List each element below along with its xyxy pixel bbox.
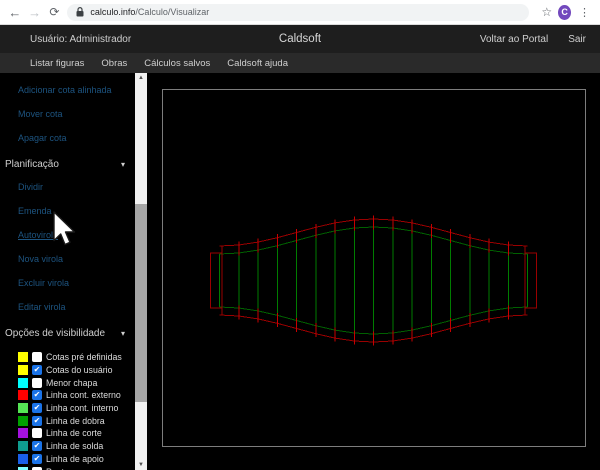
app-navbar: Listar figuras Obras Cálculos salvos Caldso… (0, 53, 600, 73)
visibility-label: Linha de solda (46, 441, 103, 451)
color-swatch (18, 352, 28, 362)
sidebar-link[interactable]: Emenda (0, 206, 135, 216)
nav-item[interactable]: Obras (101, 58, 127, 69)
sidebar: Adicionar cota alinhada Mover cota Apagar … (0, 73, 135, 470)
visibility-option-row: ✔ Linha de dobra (18, 414, 135, 427)
sidebar-link[interactable]: Mover cota (0, 109, 135, 119)
visibility-checkbox[interactable] (32, 378, 42, 388)
visibility-checkbox[interactable] (32, 467, 42, 470)
visibility-label: Pontos (46, 467, 73, 470)
sidebar-link[interactable]: Autovirola (0, 230, 135, 240)
bookmark-star-icon[interactable]: ☆ (541, 5, 552, 19)
color-swatch (18, 403, 28, 413)
sidebar-link[interactable]: Nova virola (0, 254, 135, 264)
sidebar-link[interactable]: Excluir virola (0, 278, 135, 288)
sidebar-link[interactable]: Apagar cota (0, 133, 135, 143)
sidebar-link[interactable]: Editar virola (0, 302, 135, 312)
visibility-options: Cotas pré definidas ✔ Cotas do usuário Meno… (0, 351, 135, 470)
browser-forward-icon[interactable]: → (28, 6, 42, 19)
scroll-down-icon[interactable]: ▼ (135, 460, 147, 470)
profile-avatar[interactable]: C (558, 5, 571, 20)
section-planificacao[interactable]: Planificação ▾ (0, 157, 135, 172)
sidebar-link[interactable]: Adicionar cota alinhada (0, 85, 135, 95)
color-swatch (18, 390, 28, 400)
visibility-checkbox[interactable]: ✔ (32, 416, 42, 426)
color-swatch (18, 378, 28, 388)
scrollbar-thumb[interactable] (135, 204, 147, 402)
visibility-option-row: Linha de corte (18, 427, 135, 440)
nav-item[interactable]: Listar figuras (30, 58, 84, 69)
visibility-checkbox[interactable]: ✔ (32, 390, 42, 400)
visibility-label: Linha de apoio (46, 454, 104, 464)
color-swatch (18, 454, 28, 464)
sidebar-scrollbar[interactable]: ▲ ▼ (135, 73, 147, 470)
color-swatch (18, 365, 28, 375)
browser-refresh-icon[interactable]: ⟳ (48, 6, 62, 18)
chevron-down-icon: ▾ (121, 160, 125, 169)
visibility-checkbox[interactable] (32, 428, 42, 438)
nav-item[interactable]: Caldsoft ajuda (227, 58, 288, 69)
main-viewport (147, 73, 600, 470)
scrollbar-track[interactable] (135, 83, 147, 460)
section-planificacao-label: Planificação (5, 159, 59, 170)
visibility-checkbox[interactable]: ✔ (32, 441, 42, 451)
planificacao-links: Dividir Emenda Autovirola Nova virola Exclui… (0, 182, 135, 312)
lock-icon (76, 7, 84, 17)
sidebar-link[interactable]: Dividir (0, 182, 135, 192)
voltar-portal-link[interactable]: Voltar ao Portal (480, 34, 548, 45)
visibility-checkbox[interactable]: ✔ (32, 403, 42, 413)
browser-back-icon[interactable]: ← (8, 6, 22, 19)
section-visibilidade[interactable]: Opções de visibilidade ▾ (0, 326, 135, 341)
visibility-option-row: Cotas pré definidas (18, 351, 135, 364)
color-swatch (18, 441, 28, 451)
visibility-option-row: ✔ Cotas do usuário (18, 364, 135, 377)
visibility-label: Linha cont. interno (46, 403, 118, 413)
visibility-checkbox[interactable] (32, 352, 42, 362)
scroll-up-icon[interactable]: ▲ (135, 73, 147, 83)
color-swatch (18, 416, 28, 426)
address-bar[interactable]: calculo.info/Calculo/Visualizar (67, 4, 529, 21)
color-swatch (18, 428, 28, 438)
visibility-label: Linha de corte (46, 428, 102, 438)
visibility-checkbox[interactable]: ✔ (32, 454, 42, 464)
nav-item[interactable]: Cálculos salvos (144, 58, 210, 69)
visibility-option-row: ✔ Linha de apoio (18, 453, 135, 466)
visibility-option-row: ✔ Linha de solda (18, 440, 135, 453)
visibility-checkbox[interactable]: ✔ (32, 365, 42, 375)
section-visibilidade-label: Opções de visibilidade (5, 328, 105, 339)
sair-link[interactable]: Sair (568, 34, 586, 45)
visibility-option-row: ✔ Linha cont. interno (18, 402, 135, 415)
visibility-label: Menor chapa (46, 378, 97, 388)
visibility-label: Linha de dobra (46, 416, 105, 426)
visibility-option-row: Pontos (18, 465, 135, 470)
browser-menu-icon[interactable]: ⋮ (577, 6, 592, 19)
visibility-option-row: ✔ Linha cont. externo (18, 389, 135, 402)
browser-toolbar: ← → ⟳ calculo.info/Calculo/Visualizar ☆ … (0, 0, 600, 25)
cad-drawing[interactable] (147, 73, 600, 470)
visibility-label: Cotas pré definidas (46, 352, 122, 362)
content-area: Adicionar cota alinhada Mover cota Apagar … (0, 73, 600, 470)
app-header: Usuário: Administrador Caldsoft Voltar a… (0, 25, 600, 53)
visibility-label: Linha cont. externo (46, 390, 121, 400)
sidebar-top-links: Adicionar cota alinhada Mover cota Apagar … (0, 85, 135, 143)
visibility-option-row: Menor chapa (18, 376, 135, 389)
visibility-label: Cotas do usuário (46, 365, 113, 375)
color-swatch (18, 467, 28, 470)
url-text: calculo.info/Calculo/Visualizar (90, 7, 209, 17)
chevron-down-icon: ▾ (121, 329, 125, 338)
